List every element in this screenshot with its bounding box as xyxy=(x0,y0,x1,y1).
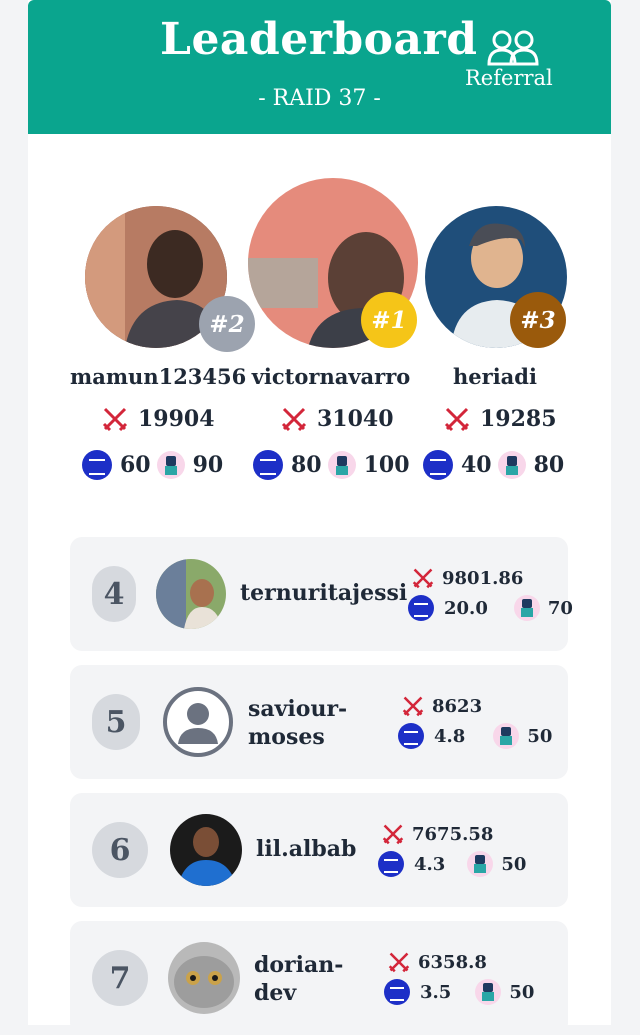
steem-coin-icon xyxy=(378,851,404,877)
damage-value: 19904 xyxy=(138,406,215,432)
damage-value: 31040 xyxy=(317,406,394,432)
character-icon xyxy=(467,851,494,877)
steem-value: 20.0 xyxy=(444,597,488,619)
steem-value: 3.5 xyxy=(420,981,452,1003)
steem-value: 4.3 xyxy=(414,853,446,875)
page-title: Leaderboard xyxy=(160,14,478,65)
player-name[interactable]: lil.albab xyxy=(256,835,356,863)
table-row[interactable]: 5 saviour-moses 8623 4.8 50 xyxy=(70,665,568,779)
rank-number: 4 xyxy=(92,566,136,622)
rank-number: 7 xyxy=(92,950,148,1006)
damage-stat: 31040 xyxy=(281,406,394,432)
reward-stat: 20.0 70 xyxy=(408,595,573,621)
steem-coin-icon xyxy=(398,723,424,749)
character-value: 50 xyxy=(527,725,553,747)
character-value: 70 xyxy=(547,597,573,619)
damage-value: 19285 xyxy=(480,406,557,432)
steem-coin-icon xyxy=(408,595,434,621)
steem-coin-icon xyxy=(423,450,453,480)
table-row[interactable]: 6 lil.albab 7675.58 4.3 50 xyxy=(70,793,568,907)
character-icon xyxy=(156,451,185,479)
leaderboard-header: Leaderboard Referral - RAID 37 - xyxy=(28,0,611,134)
player-name[interactable]: dorian-dev xyxy=(254,951,343,1007)
character-value: 100 xyxy=(363,452,410,478)
steem-coin-icon xyxy=(384,979,410,1005)
steem-value: 40 xyxy=(461,452,492,478)
character-value: 80 xyxy=(533,452,565,478)
character-value: 90 xyxy=(192,452,224,478)
damage-value: 7675.58 xyxy=(412,823,494,845)
damage-stat: 7675.58 xyxy=(382,823,493,845)
avatar[interactable] xyxy=(168,942,240,1014)
player-name[interactable]: victornavarro xyxy=(242,364,420,389)
reward-stat: 3.5 50 xyxy=(384,979,534,1005)
reward-stat: 80 100 xyxy=(253,450,410,480)
character-icon xyxy=(513,595,540,621)
crossed-swords-icon xyxy=(382,824,404,845)
user-placeholder-icon[interactable] xyxy=(162,686,234,758)
table-row[interactable]: 4 ternuritajessi 9801.86 20.0 70 xyxy=(70,537,573,651)
character-icon xyxy=(327,451,356,479)
crossed-swords-icon xyxy=(444,407,470,432)
damage-stat: 9801.86 xyxy=(412,567,523,589)
avatar[interactable] xyxy=(170,814,242,886)
reward-stat: 40 80 xyxy=(423,450,564,480)
reward-stat: 60 90 xyxy=(82,450,223,480)
damage-stat: 19285 xyxy=(444,406,557,432)
damage-value: 6358.8 xyxy=(418,951,487,973)
rank-number: 6 xyxy=(92,822,148,878)
character-icon xyxy=(475,979,502,1005)
avatar[interactable] xyxy=(156,559,226,629)
crossed-swords-icon xyxy=(412,568,434,589)
damage-value: 8623 xyxy=(432,695,483,717)
steem-value: 80 xyxy=(291,452,322,478)
rank-number: 5 xyxy=(92,694,140,750)
steem-coin-icon xyxy=(82,450,112,480)
player-name[interactable]: mamun123456 xyxy=(70,364,246,389)
rank-badge: #2 xyxy=(199,296,255,352)
users-icon[interactable] xyxy=(486,30,542,66)
damage-stat: 6358.8 xyxy=(388,951,487,973)
reward-stat: 4.3 50 xyxy=(378,851,526,877)
player-name[interactable]: saviour-moses xyxy=(248,695,347,751)
raid-subtitle: - RAID 37 - xyxy=(258,86,381,111)
character-value: 50 xyxy=(509,981,535,1003)
cat-photo xyxy=(168,942,240,1014)
steem-value: 4.8 xyxy=(434,725,466,747)
table-row[interactable]: 7 dorian-dev 6358.8 3.5 50 xyxy=(70,921,568,1035)
damage-value: 9801.86 xyxy=(442,567,524,589)
crossed-swords-icon xyxy=(388,952,410,973)
crossed-swords-icon xyxy=(281,407,307,432)
steem-coin-icon xyxy=(253,450,283,480)
damage-stat: 19904 xyxy=(102,406,215,432)
steem-value: 60 xyxy=(120,452,151,478)
person-photo xyxy=(170,814,242,886)
player-name[interactable]: heriadi xyxy=(420,364,570,389)
crossed-swords-icon xyxy=(402,696,424,717)
crossed-swords-icon xyxy=(102,407,128,432)
leaderboard-card: Leaderboard Referral - RAID 37 - #2 mamu… xyxy=(28,0,611,1035)
player-name[interactable]: ternuritajessi xyxy=(240,579,407,607)
rank-badge: #3 xyxy=(510,292,566,348)
character-icon xyxy=(497,451,526,479)
person-photo xyxy=(156,559,226,629)
reward-stat: 4.8 50 xyxy=(398,723,552,749)
rank-badge: #1 xyxy=(361,292,417,348)
damage-stat: 8623 xyxy=(402,695,482,717)
character-icon xyxy=(493,723,520,749)
character-value: 50 xyxy=(501,853,527,875)
